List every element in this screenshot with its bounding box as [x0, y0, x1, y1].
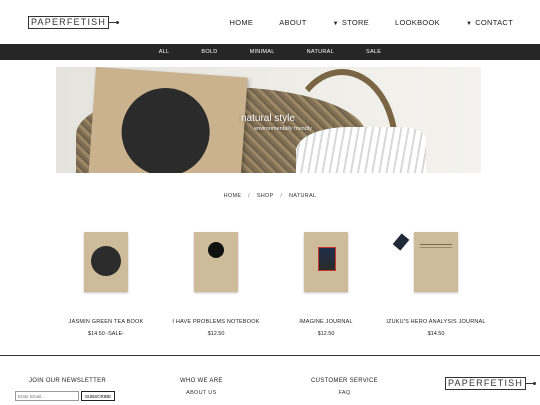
who-we-are-title: WHO WE ARE: [180, 378, 223, 384]
product-price: $14.50 -SALE-: [87, 331, 125, 337]
notebook-circle: [118, 85, 213, 173]
circle-graphic: [208, 242, 224, 258]
text-lines-graphic: [420, 244, 452, 245]
caret-down-icon: ▼: [465, 21, 473, 27]
product-name[interactable]: JASMIN GREEN TEA BOOK: [46, 319, 166, 325]
footer-logo[interactable]: PAPERFETISH: [445, 377, 537, 390]
caret-down-icon: ▼: [332, 21, 339, 27]
hero-notebook-image: [87, 67, 248, 173]
site-logo[interactable]: PAPERFETISH: [28, 16, 120, 29]
portrait-graphic: [318, 247, 336, 271]
nav-home-label: HOME: [229, 18, 254, 27]
nav-store-label: STORE: [341, 18, 370, 27]
tag-graphic: [392, 233, 410, 251]
site-header: PAPERFETISH HOME ABOUT ▼ STORE LOOKBOOK ▼…: [0, 0, 540, 44]
breadcrumb-shop[interactable]: SHOP: [257, 193, 274, 199]
logo-line: [109, 22, 117, 23]
hero-subtitle: environmentally friendly: [254, 126, 312, 132]
nav-lookbook[interactable]: LOOKBOOK: [395, 18, 440, 27]
breadcrumb-separator: /: [280, 193, 283, 199]
nav-contact-label: CONTACT: [475, 18, 513, 27]
logo-dot: [533, 382, 537, 385]
product-card[interactable]: JASMIN GREEN TEA BOOK $14.50 -SALE-: [46, 232, 166, 337]
logo-text: PAPERFETISH: [28, 16, 110, 29]
footer-divider: [0, 355, 540, 356]
cloth-image: [296, 127, 426, 173]
newsletter-form: SUBSCRIBE: [15, 391, 116, 401]
nav-contact[interactable]: ▼ CONTACT: [466, 18, 513, 27]
nav-about[interactable]: ABOUT: [279, 18, 306, 27]
logo-dot: [116, 21, 120, 24]
hero-banner: natural style environmentally friendly: [56, 67, 481, 173]
product-card[interactable]: I HAVE PROBLEMS NOTEBOOK $12.50: [156, 232, 276, 337]
category-natural[interactable]: NATURAL: [307, 49, 334, 55]
newsletter-title: JOIN OUR NEWSLETTER: [29, 378, 107, 384]
product-price: $12.50: [317, 331, 335, 337]
product-price: $14.50: [427, 331, 445, 337]
customer-service-title: CUSTOMER SERVICE: [311, 378, 378, 384]
email-input[interactable]: [15, 391, 79, 401]
product-name[interactable]: IZUKU'S HERO ANALYSIS JOURNAL: [376, 319, 496, 325]
subscribe-button[interactable]: SUBSCRIBE: [81, 391, 116, 401]
product-card[interactable]: IMAGINE JOURNAL $12.50: [266, 232, 386, 337]
category-nav: ALL BOLD MINIMAL NATURAL SALE: [0, 44, 540, 60]
product-image[interactable]: [194, 232, 238, 292]
product-image[interactable]: [84, 232, 128, 292]
breadcrumb-separator: /: [248, 193, 250, 199]
product-name[interactable]: IMAGINE JOURNAL: [266, 319, 386, 325]
nav-lookbook-label: LOOKBOOK: [395, 18, 440, 27]
logo-line: [526, 383, 534, 384]
product-image[interactable]: [392, 232, 458, 292]
nav-store[interactable]: ▼ STORE: [333, 18, 369, 27]
category-sale[interactable]: SALE: [366, 49, 381, 55]
nav-home[interactable]: HOME: [230, 18, 254, 27]
breadcrumb: HOME / SHOP / NATURAL: [0, 193, 540, 199]
about-us-link[interactable]: ABOUT US: [180, 390, 223, 396]
who-we-are-section: WHO WE ARE ABOUT US: [180, 378, 223, 396]
category-bold[interactable]: BOLD: [201, 49, 217, 55]
breadcrumb-home[interactable]: HOME: [224, 193, 242, 199]
nav-about-label: ABOUT: [279, 18, 307, 27]
category-minimal[interactable]: MINIMAL: [250, 49, 275, 55]
footer-logo-text: PAPERFETISH: [445, 377, 527, 390]
breadcrumb-natural: NATURAL: [288, 193, 317, 199]
product-price: $12.50: [207, 331, 225, 337]
circle-graphic: [91, 246, 121, 276]
newsletter-section: JOIN OUR NEWSLETTER SUBSCRIBE: [15, 378, 116, 401]
main-nav: HOME ABOUT ▼ STORE LOOKBOOK ▼ CONTACT: [204, 18, 513, 27]
faq-link[interactable]: FAQ: [311, 390, 378, 396]
product-card[interactable]: IZUKU'S HERO ANALYSIS JOURNAL $14.50: [376, 232, 496, 337]
hero-title: natural style: [241, 113, 295, 124]
category-all[interactable]: ALL: [159, 49, 170, 55]
product-image[interactable]: [304, 232, 348, 292]
product-name[interactable]: I HAVE PROBLEMS NOTEBOOK: [156, 319, 276, 325]
customer-service-section: CUSTOMER SERVICE FAQ: [311, 378, 378, 396]
